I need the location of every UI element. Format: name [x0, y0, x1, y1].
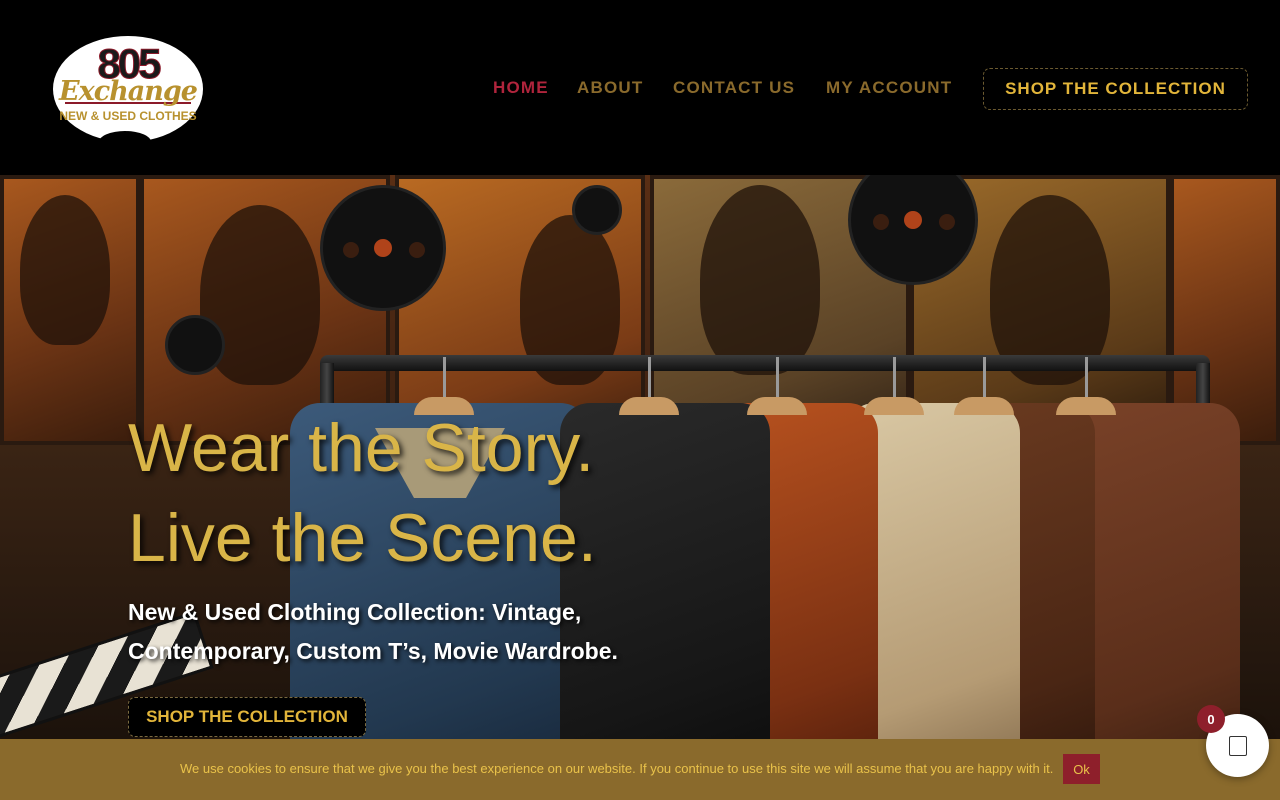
logo-tagline: NEW & USED CLOTHES: [59, 109, 197, 123]
hero-subtitle-line-1: New & Used Clothing Collection: Vintage,: [128, 599, 582, 625]
cookie-ok-button[interactable]: Ok: [1063, 754, 1100, 784]
hero-subtitle-line-2: Contemporary, Custom T’s, Movie Wardrobe…: [128, 638, 618, 664]
hero-title: Wear the Story. Live the Scene.: [128, 403, 597, 583]
cart-count-badge: 0: [1197, 705, 1225, 733]
nav-about[interactable]: ABOUT: [577, 78, 643, 100]
hero-title-line-1: Wear the Story.: [128, 410, 595, 486]
logo-notch: [99, 131, 151, 153]
shop-collection-nav-button[interactable]: SHOP THE COLLECTION: [983, 68, 1248, 110]
cookie-message: We use cookies to ensure that we give yo…: [180, 761, 1054, 776]
logo-wordmark: Exchange: [59, 76, 198, 107]
nav-my-account[interactable]: MY ACCOUNT: [826, 78, 952, 100]
nav-contact-us[interactable]: CONTACT US: [673, 78, 795, 100]
hero-section: Wear the Story. Live the Scene. New & Us…: [0, 175, 1280, 800]
hero-title-line-2: Live the Scene.: [128, 500, 597, 576]
shop-collection-hero-button[interactable]: SHOP THE COLLECTION: [128, 697, 366, 737]
site-logo[interactable]: 805 Exchange NEW & USED CLOTHES: [53, 36, 203, 153]
nav-home[interactable]: HOME: [493, 78, 549, 100]
cookie-notice-bar: We use cookies to ensure that we give yo…: [0, 739, 1280, 800]
hero-subtitle: New & Used Clothing Collection: Vintage,…: [128, 593, 688, 671]
shopping-bag-icon: [1228, 735, 1247, 756]
site-header: 805 Exchange NEW & USED CLOTHES HOME ABO…: [0, 0, 1280, 175]
